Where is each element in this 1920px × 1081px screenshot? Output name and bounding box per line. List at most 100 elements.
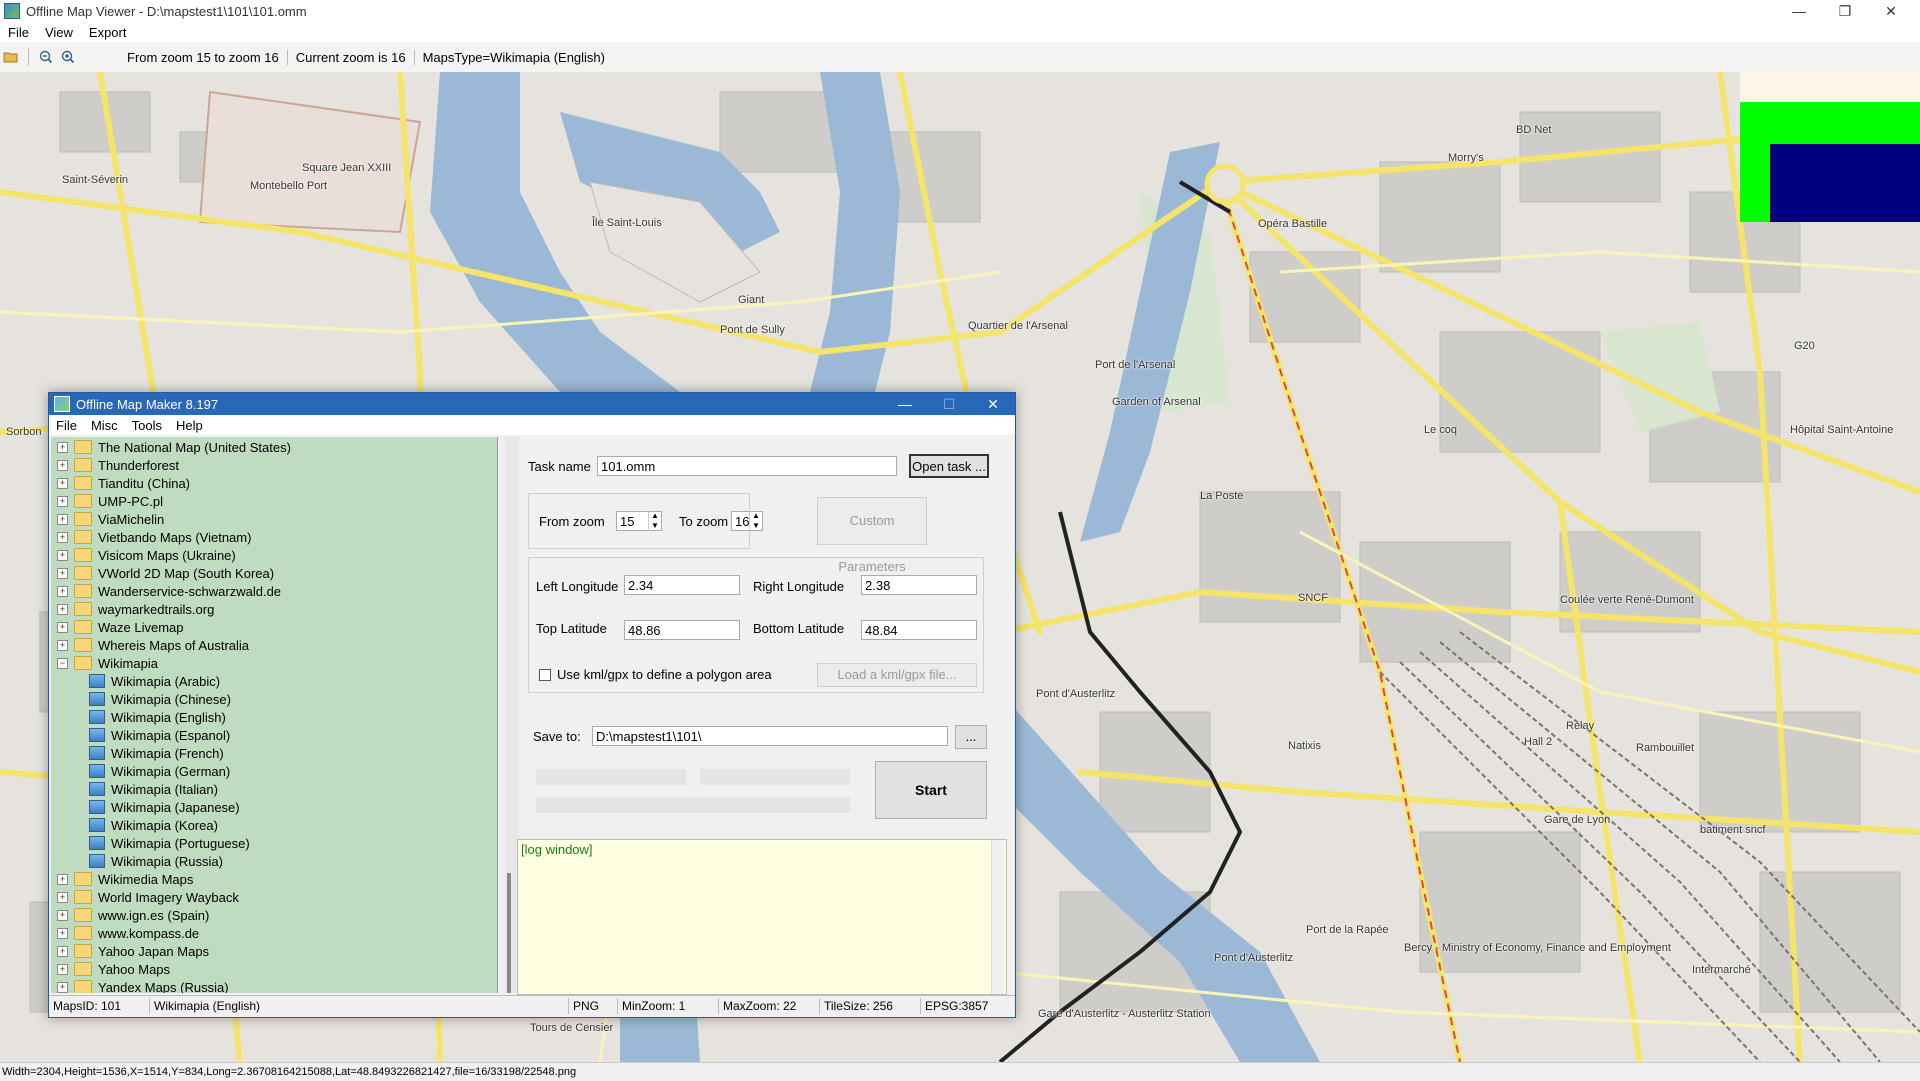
load-kml-button[interactable]: Load a kml/gpx file...	[817, 663, 977, 687]
start-button[interactable]: Start	[875, 761, 987, 819]
zoom-out-icon[interactable]	[35, 46, 57, 68]
tree-folder-item[interactable]: + Yahoo Maps	[57, 960, 170, 978]
tree-leaf-item[interactable]: Wikimapia (French)	[89, 744, 224, 762]
collapse-icon[interactable]: −	[57, 657, 68, 669]
expand-icon[interactable]: +	[57, 441, 68, 453]
browse-button[interactable]: ...	[955, 725, 987, 749]
app-icon	[4, 3, 20, 19]
expand-icon[interactable]: +	[57, 459, 68, 471]
expand-icon[interactable]: +	[57, 963, 68, 975]
label-saint-severin: Saint-Séverin	[62, 174, 129, 186]
tree-folder-item[interactable]: + Yahoo Japan Maps	[57, 942, 209, 960]
menu-file[interactable]: File	[0, 25, 37, 40]
tree-folder-item[interactable]: + Yandex Maps (Russia)	[57, 978, 229, 993]
expand-icon[interactable]: +	[57, 639, 68, 651]
tree-folder-item[interactable]: + VWorld 2D Map (South Korea)	[57, 564, 274, 582]
tree-folder-item[interactable]: + Visicom Maps (Ukraine)	[57, 546, 236, 564]
expand-icon[interactable]: +	[57, 873, 68, 885]
zoom-in-icon[interactable]	[57, 46, 79, 68]
bottom-latitude-input[interactable]: 48.84	[861, 620, 977, 640]
tree-item-label: Wikimapia (Portuguese)	[111, 835, 250, 851]
right-longitude-input[interactable]: 2.38	[861, 575, 977, 595]
tree-folder-item[interactable]: + Wanderservice-schwarzwald.de	[57, 582, 281, 600]
maximize-button[interactable]: ❐	[1822, 0, 1868, 22]
expand-icon[interactable]: +	[57, 927, 68, 939]
tree-folder-item[interactable]: + UMP-PC.pl	[57, 492, 163, 510]
task-name-input[interactable]: 101.omm	[597, 456, 897, 476]
expand-icon[interactable]: +	[57, 585, 68, 597]
folder-open-icon[interactable]	[0, 46, 22, 68]
toolbar-separator	[28, 48, 29, 66]
expand-icon[interactable]: +	[57, 495, 68, 507]
tree-folder-item[interactable]: + Wikimedia Maps	[57, 870, 193, 888]
top-latitude-input[interactable]: 48.86	[624, 620, 740, 640]
maps-tree[interactable]: + The National Map (United States) + Thunde…	[51, 437, 498, 993]
tree-item-label: www.kompass.de	[98, 925, 200, 941]
expand-icon[interactable]: +	[57, 981, 68, 993]
maker-menu-help[interactable]: Help	[169, 418, 210, 433]
tree-folder-item[interactable]: + World Imagery Wayback	[57, 888, 239, 906]
expand-icon[interactable]: +	[57, 945, 68, 957]
tree-folder-item[interactable]: + The National Map (United States)	[57, 438, 291, 456]
tree-folder-item[interactable]: + ViaMichelin	[57, 510, 164, 528]
tree-folder-item[interactable]: + Tianditu (China)	[57, 474, 190, 492]
tree-leaf-item[interactable]: Wikimapia (Russia)	[89, 852, 223, 870]
to-zoom-spinner-icon[interactable]: ▲ ▼	[749, 511, 762, 531]
zoom-range-info: From zoom 15 to zoom 16	[119, 49, 288, 65]
maker-menu-tools[interactable]: Tools	[125, 418, 169, 433]
map-icon	[89, 782, 105, 796]
tree-item-label: Wikimapia (Russia)	[111, 853, 223, 869]
tree-leaf-item[interactable]: Wikimapia (Korea)	[89, 816, 218, 834]
log-scrollbar[interactable]	[991, 840, 1004, 994]
status-max-zoom: MaxZoom: 22	[719, 998, 820, 1014]
tree-scrollbar-thumb[interactable]	[507, 873, 511, 993]
expand-icon[interactable]: +	[57, 909, 68, 921]
maker-menu-misc[interactable]: Misc	[84, 418, 125, 433]
label-coulee-verte: Coulée verte René-Dumont	[1560, 594, 1694, 606]
maker-maximize-button[interactable]: ☐	[927, 393, 971, 415]
expand-icon[interactable]: +	[57, 603, 68, 615]
maker-menu-file[interactable]: File	[49, 418, 84, 433]
tree-folder-item[interactable]: + www.kompass.de	[57, 924, 199, 942]
expand-icon[interactable]: +	[57, 531, 68, 543]
custom-parameters-button[interactable]: Custom Parameters	[817, 497, 927, 574]
from-zoom-spinner-icon[interactable]: ▲ ▼	[648, 511, 661, 531]
menu-export[interactable]: Export	[81, 25, 135, 40]
tree-folder-item[interactable]: + Whereis Maps of Australia	[57, 636, 249, 654]
maker-minimize-button[interactable]: —	[883, 393, 927, 415]
tree-folder-item[interactable]: + Thunderforest	[57, 456, 179, 474]
tree-item-label: Yandex Maps (Russia)	[98, 979, 229, 994]
save-to-input[interactable]: D:\mapstest1\101\	[592, 726, 948, 746]
close-button[interactable]: ✕	[1868, 0, 1914, 22]
expand-icon[interactable]: +	[57, 891, 68, 903]
tree-leaf-item[interactable]: Wikimapia (English)	[89, 708, 226, 726]
menu-view[interactable]: View	[37, 25, 81, 40]
tree-leaf-item[interactable]: Wikimapia (Italian)	[89, 780, 218, 798]
tree-leaf-item[interactable]: Wikimapia (Arabic)	[89, 672, 220, 690]
tree-leaf-item[interactable]: Wikimapia (Espanol)	[89, 726, 230, 744]
folder-icon	[74, 476, 92, 490]
tree-leaf-item[interactable]: Wikimapia (Chinese)	[89, 690, 231, 708]
expand-icon[interactable]: +	[57, 567, 68, 579]
expand-icon[interactable]: +	[57, 513, 68, 525]
left-longitude-input[interactable]: 2.34	[624, 575, 740, 595]
tree-folder-item[interactable]: − Wikimapia	[57, 654, 158, 672]
expand-icon[interactable]: +	[57, 621, 68, 633]
tree-folder-item[interactable]: + waymarkedtrails.org	[57, 600, 214, 618]
expand-icon[interactable]: +	[57, 477, 68, 489]
expand-icon[interactable]: +	[57, 549, 68, 561]
label-intermarche: Intermarché	[1692, 964, 1751, 976]
map-icon	[89, 746, 105, 760]
maker-close-button[interactable]: ✕	[971, 393, 1015, 415]
tree-leaf-item[interactable]: Wikimapia (Japanese)	[89, 798, 240, 816]
tree-folder-item[interactable]: + Vietbando Maps (Vietnam)	[57, 528, 251, 546]
minimize-button[interactable]: —	[1776, 0, 1822, 22]
open-task-button[interactable]: Open task ...	[909, 454, 989, 478]
log-window[interactable]: [log window]	[517, 839, 1007, 995]
tree-folder-item[interactable]: + Waze Livemap	[57, 618, 184, 636]
tree-folder-item[interactable]: + www.ign.es (Spain)	[57, 906, 209, 924]
tree-leaf-item[interactable]: Wikimapia (German)	[89, 762, 230, 780]
kml-checkbox[interactable]	[539, 669, 551, 681]
tree-item-label: Wanderservice-schwarzwald.de	[98, 583, 282, 599]
tree-leaf-item[interactable]: Wikimapia (Portuguese)	[89, 834, 250, 852]
